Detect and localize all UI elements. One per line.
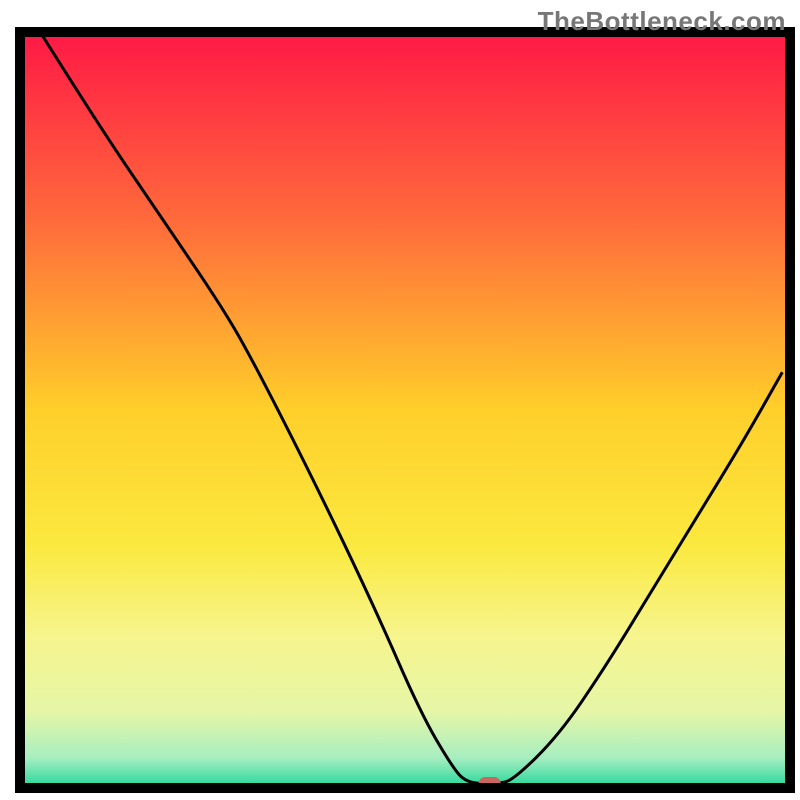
watermark-text: TheBottleneck.com bbox=[538, 6, 786, 37]
bottleneck-chart bbox=[0, 0, 800, 800]
chart-container: TheBottleneck.com bbox=[0, 0, 800, 800]
